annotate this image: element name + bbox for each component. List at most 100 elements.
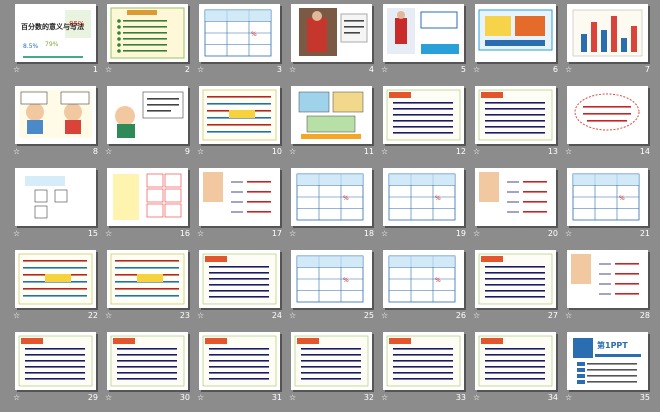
slide-transition-icon[interactable]: ☆ [197,148,204,156]
slide-transition-icon[interactable]: ☆ [381,66,388,74]
slide-thumbnail-cell[interactable]: % ☆ 18 [288,166,382,248]
slide-transition-icon[interactable]: ☆ [473,230,480,238]
slide-thumbnail-cell[interactable]: ☆ 24 [196,248,290,330]
slide-thumbnail[interactable] [291,86,372,144]
slide-transition-icon[interactable]: ☆ [381,230,388,238]
slide-thumbnail-cell[interactable]: ☆ 22 [12,248,106,330]
slide-transition-icon[interactable]: ☆ [105,230,112,238]
slide-transition-icon[interactable]: ☆ [381,148,388,156]
slide-thumbnail-cell[interactable]: ☆ 6 [472,2,566,84]
slide-thumbnail-cell[interactable]: % ☆ 26 [380,248,474,330]
slide-transition-icon[interactable]: ☆ [289,66,296,74]
slide-thumbnail[interactable] [199,332,280,390]
slide-thumbnail[interactable]: 第1PPT [567,332,648,390]
slide-transition-icon[interactable]: ☆ [197,394,204,402]
slide-transition-icon[interactable]: ☆ [473,66,480,74]
slide-thumbnail[interactable] [475,168,556,226]
slide-thumbnail[interactable] [383,4,464,62]
slide-thumbnail-cell[interactable]: ☆ 20 [472,166,566,248]
slide-thumbnail[interactable] [107,4,188,62]
slide-thumbnail-cell[interactable]: ☆ 17 [196,166,290,248]
slide-thumbnail-cell[interactable]: ☆ 12 [380,84,474,166]
slide-thumbnail[interactable] [15,168,96,226]
slide-transition-icon[interactable]: ☆ [13,312,20,320]
slide-thumbnail[interactable] [107,250,188,308]
slide-thumbnail-cell[interactable]: ☆ 13 [472,84,566,166]
slide-thumbnail-cell[interactable]: ☆ 33 [380,330,474,412]
slide-thumbnail-cell[interactable]: ☆ 14 [564,84,658,166]
slide-thumbnail[interactable] [567,86,648,144]
slide-transition-icon[interactable]: ☆ [197,66,204,74]
slide-thumbnail[interactable] [199,168,280,226]
slide-thumbnail-cell[interactable]: ☆ 15 [12,166,106,248]
slide-thumbnail-cell[interactable]: ☆ 29 [12,330,106,412]
slide-thumbnail-cell[interactable]: ☆ 30 [104,330,198,412]
slide-transition-icon[interactable]: ☆ [565,66,572,74]
slide-transition-icon[interactable]: ☆ [105,394,112,402]
slide-thumbnail[interactable]: % [291,168,372,226]
slide-transition-icon[interactable]: ☆ [289,312,296,320]
slide-thumbnail[interactable] [107,86,188,144]
slide-thumbnail-cell[interactable]: ☆ 10 [196,84,290,166]
slide-thumbnail[interactable] [199,86,280,144]
slide-transition-icon[interactable]: ☆ [105,312,112,320]
slide-thumbnail-cell[interactable]: ☆ 28 [564,248,658,330]
slide-thumbnail[interactable] [107,168,188,226]
slide-thumbnail[interactable] [15,332,96,390]
slide-thumbnail-cell[interactable]: ☆ 31 [196,330,290,412]
slide-transition-icon[interactable]: ☆ [13,230,20,238]
slide-thumbnail-cell[interactable]: ☆ 2 [104,2,198,84]
slide-thumbnail-cell[interactable]: ☆ 11 [288,84,382,166]
slide-thumbnail[interactable] [567,250,648,308]
slide-transition-icon[interactable]: ☆ [13,66,20,74]
slide-transition-icon[interactable]: ☆ [565,148,572,156]
slide-thumbnail[interactable] [291,4,372,62]
slide-transition-icon[interactable]: ☆ [565,312,572,320]
slide-thumbnail-cell[interactable]: 第1PPT ☆ 35 [564,330,658,412]
slide-thumbnail[interactable] [475,250,556,308]
slide-transition-icon[interactable]: ☆ [105,148,112,156]
slide-thumbnail-cell[interactable]: ☆ 7 [564,2,658,84]
slide-thumbnail-cell[interactable]: ☆ 9 [104,84,198,166]
slide-thumbnail[interactable] [15,86,96,144]
slide-thumbnail-cell[interactable]: ☆ 34 [472,330,566,412]
slide-transition-icon[interactable]: ☆ [105,66,112,74]
slide-transition-icon[interactable]: ☆ [289,230,296,238]
slide-thumbnail[interactable] [291,332,372,390]
slide-transition-icon[interactable]: ☆ [197,312,204,320]
slide-transition-icon[interactable]: ☆ [13,394,20,402]
slide-transition-icon[interactable]: ☆ [381,312,388,320]
slide-thumbnail-cell[interactable]: ☆ 23 [104,248,198,330]
slide-thumbnail[interactable] [383,86,464,144]
slide-transition-icon[interactable]: ☆ [289,148,296,156]
slide-transition-icon[interactable]: ☆ [13,148,20,156]
slide-thumbnail-cell[interactable]: % ☆ 19 [380,166,474,248]
slide-thumbnail-cell[interactable]: % ☆ 3 [196,2,290,84]
slide-thumbnail[interactable]: 85% 8.5% 79% 百分数的意义与写法 [15,4,96,62]
slide-transition-icon[interactable]: ☆ [473,148,480,156]
slide-transition-icon[interactable]: ☆ [289,394,296,402]
slide-thumbnail-cell[interactable]: ☆ 8 [12,84,106,166]
slide-thumbnail[interactable] [383,332,464,390]
slide-thumbnail[interactable] [567,4,648,62]
slide-thumbnail[interactable]: % [383,168,464,226]
slide-thumbnail[interactable] [15,250,96,308]
slide-thumbnail-cell[interactable]: ☆ 5 [380,2,474,84]
slide-thumbnail[interactable] [475,86,556,144]
slide-thumbnail[interactable]: % [291,250,372,308]
slide-thumbnail-cell[interactable]: ☆ 4 [288,2,382,84]
slide-transition-icon[interactable]: ☆ [565,394,572,402]
slide-transition-icon[interactable]: ☆ [473,312,480,320]
slide-thumbnail[interactable]: % [199,4,280,62]
slide-transition-icon[interactable]: ☆ [473,394,480,402]
slide-thumbnail[interactable] [199,250,280,308]
slide-thumbnail[interactable] [107,332,188,390]
slide-thumbnail-cell[interactable]: 85% 8.5% 79% 百分数的意义与写法 ☆ 1 [12,2,106,84]
slide-thumbnail-cell[interactable]: % ☆ 25 [288,248,382,330]
slide-thumbnail[interactable] [475,4,556,62]
slide-thumbnail-cell[interactable]: ☆ 16 [104,166,198,248]
slide-thumbnail[interactable] [475,332,556,390]
slide-transition-icon[interactable]: ☆ [565,230,572,238]
slide-transition-icon[interactable]: ☆ [381,394,388,402]
slide-thumbnail[interactable]: % [567,168,648,226]
